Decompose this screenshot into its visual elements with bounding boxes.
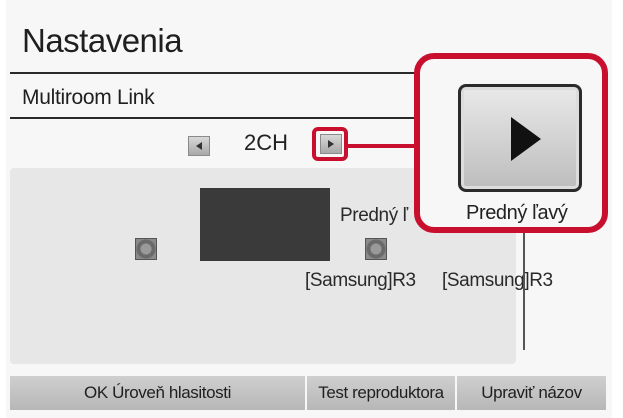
tv-screen bbox=[200, 188, 330, 261]
test-speaker-button[interactable]: Test reproduktora bbox=[307, 376, 455, 410]
speaker-front-left-label: Predný ľ bbox=[340, 205, 408, 226]
speaker-icon[interactable] bbox=[365, 238, 387, 260]
speaker-model-right: [Samsung]R3 bbox=[442, 270, 553, 291]
callout-connector bbox=[346, 144, 420, 148]
page-title: Nastavenia bbox=[22, 22, 183, 59]
ok-volume-level-button[interactable]: OK Úroveň hlasitosti bbox=[10, 376, 305, 410]
multiroom-link-label: Multiroom Link bbox=[22, 86, 155, 109]
channel-value: 2CH bbox=[244, 130, 289, 155]
play-icon[interactable] bbox=[458, 84, 582, 192]
zoom-speaker-label: Predný ľavý bbox=[466, 202, 568, 224]
arrow-left-icon[interactable] bbox=[188, 136, 210, 156]
volume-level-bar bbox=[523, 220, 525, 350]
rename-button[interactable]: Upraviť názov bbox=[457, 376, 606, 410]
subtitle-divider bbox=[10, 117, 420, 119]
title-divider bbox=[10, 72, 420, 74]
bottom-button-bar: OK Úroveň hlasitosti Test reproduktora U… bbox=[10, 376, 606, 410]
speaker-model-left: [Samsung]R3 bbox=[305, 270, 416, 291]
speaker-icon[interactable] bbox=[135, 238, 157, 260]
next-button-highlight bbox=[312, 127, 348, 161]
